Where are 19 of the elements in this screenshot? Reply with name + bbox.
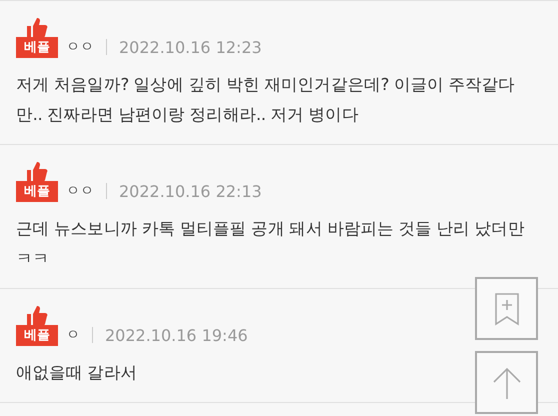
author-name: ㅇ — [66, 326, 80, 345]
author-name: ㅇㅇ — [66, 182, 94, 201]
thumbs-up-icon — [26, 305, 48, 325]
comment-text: 애없을때 갈라서 — [16, 362, 138, 384]
comment-text: 저게 처음일까? 일상에 깊히 박힌 재미인거같은데? 이글이 주작같다만.. 진짜라면 남편이랑 정리해라.. 저거 병이다 — [16, 74, 516, 126]
author-name: ㅇㅇ — [66, 38, 94, 57]
best-badge: 베플 — [16, 325, 58, 346]
comment-text: 근데 뉴스보니까 카톡 멀티플필 공개 돼서 바람피는 것들 난리 났더만 ㅋㅋ — [16, 218, 526, 270]
up-arrow-icon — [492, 366, 522, 398]
thumbs-up-icon — [26, 17, 48, 37]
thumbs-up-icon — [26, 161, 48, 181]
comment-time: 2022.10.16 19:46 — [105, 325, 248, 346]
bookmark-add-icon — [494, 292, 520, 326]
comment-time: 2022.10.16 22:13 — [119, 181, 262, 202]
comment-time: 2022.10.16 12:23 — [119, 37, 262, 58]
scroll-top-button[interactable] — [475, 351, 538, 414]
best-badge: 베플 — [16, 181, 58, 202]
best-badge: 베플 — [16, 37, 58, 58]
bookmark-button[interactable] — [475, 277, 538, 340]
